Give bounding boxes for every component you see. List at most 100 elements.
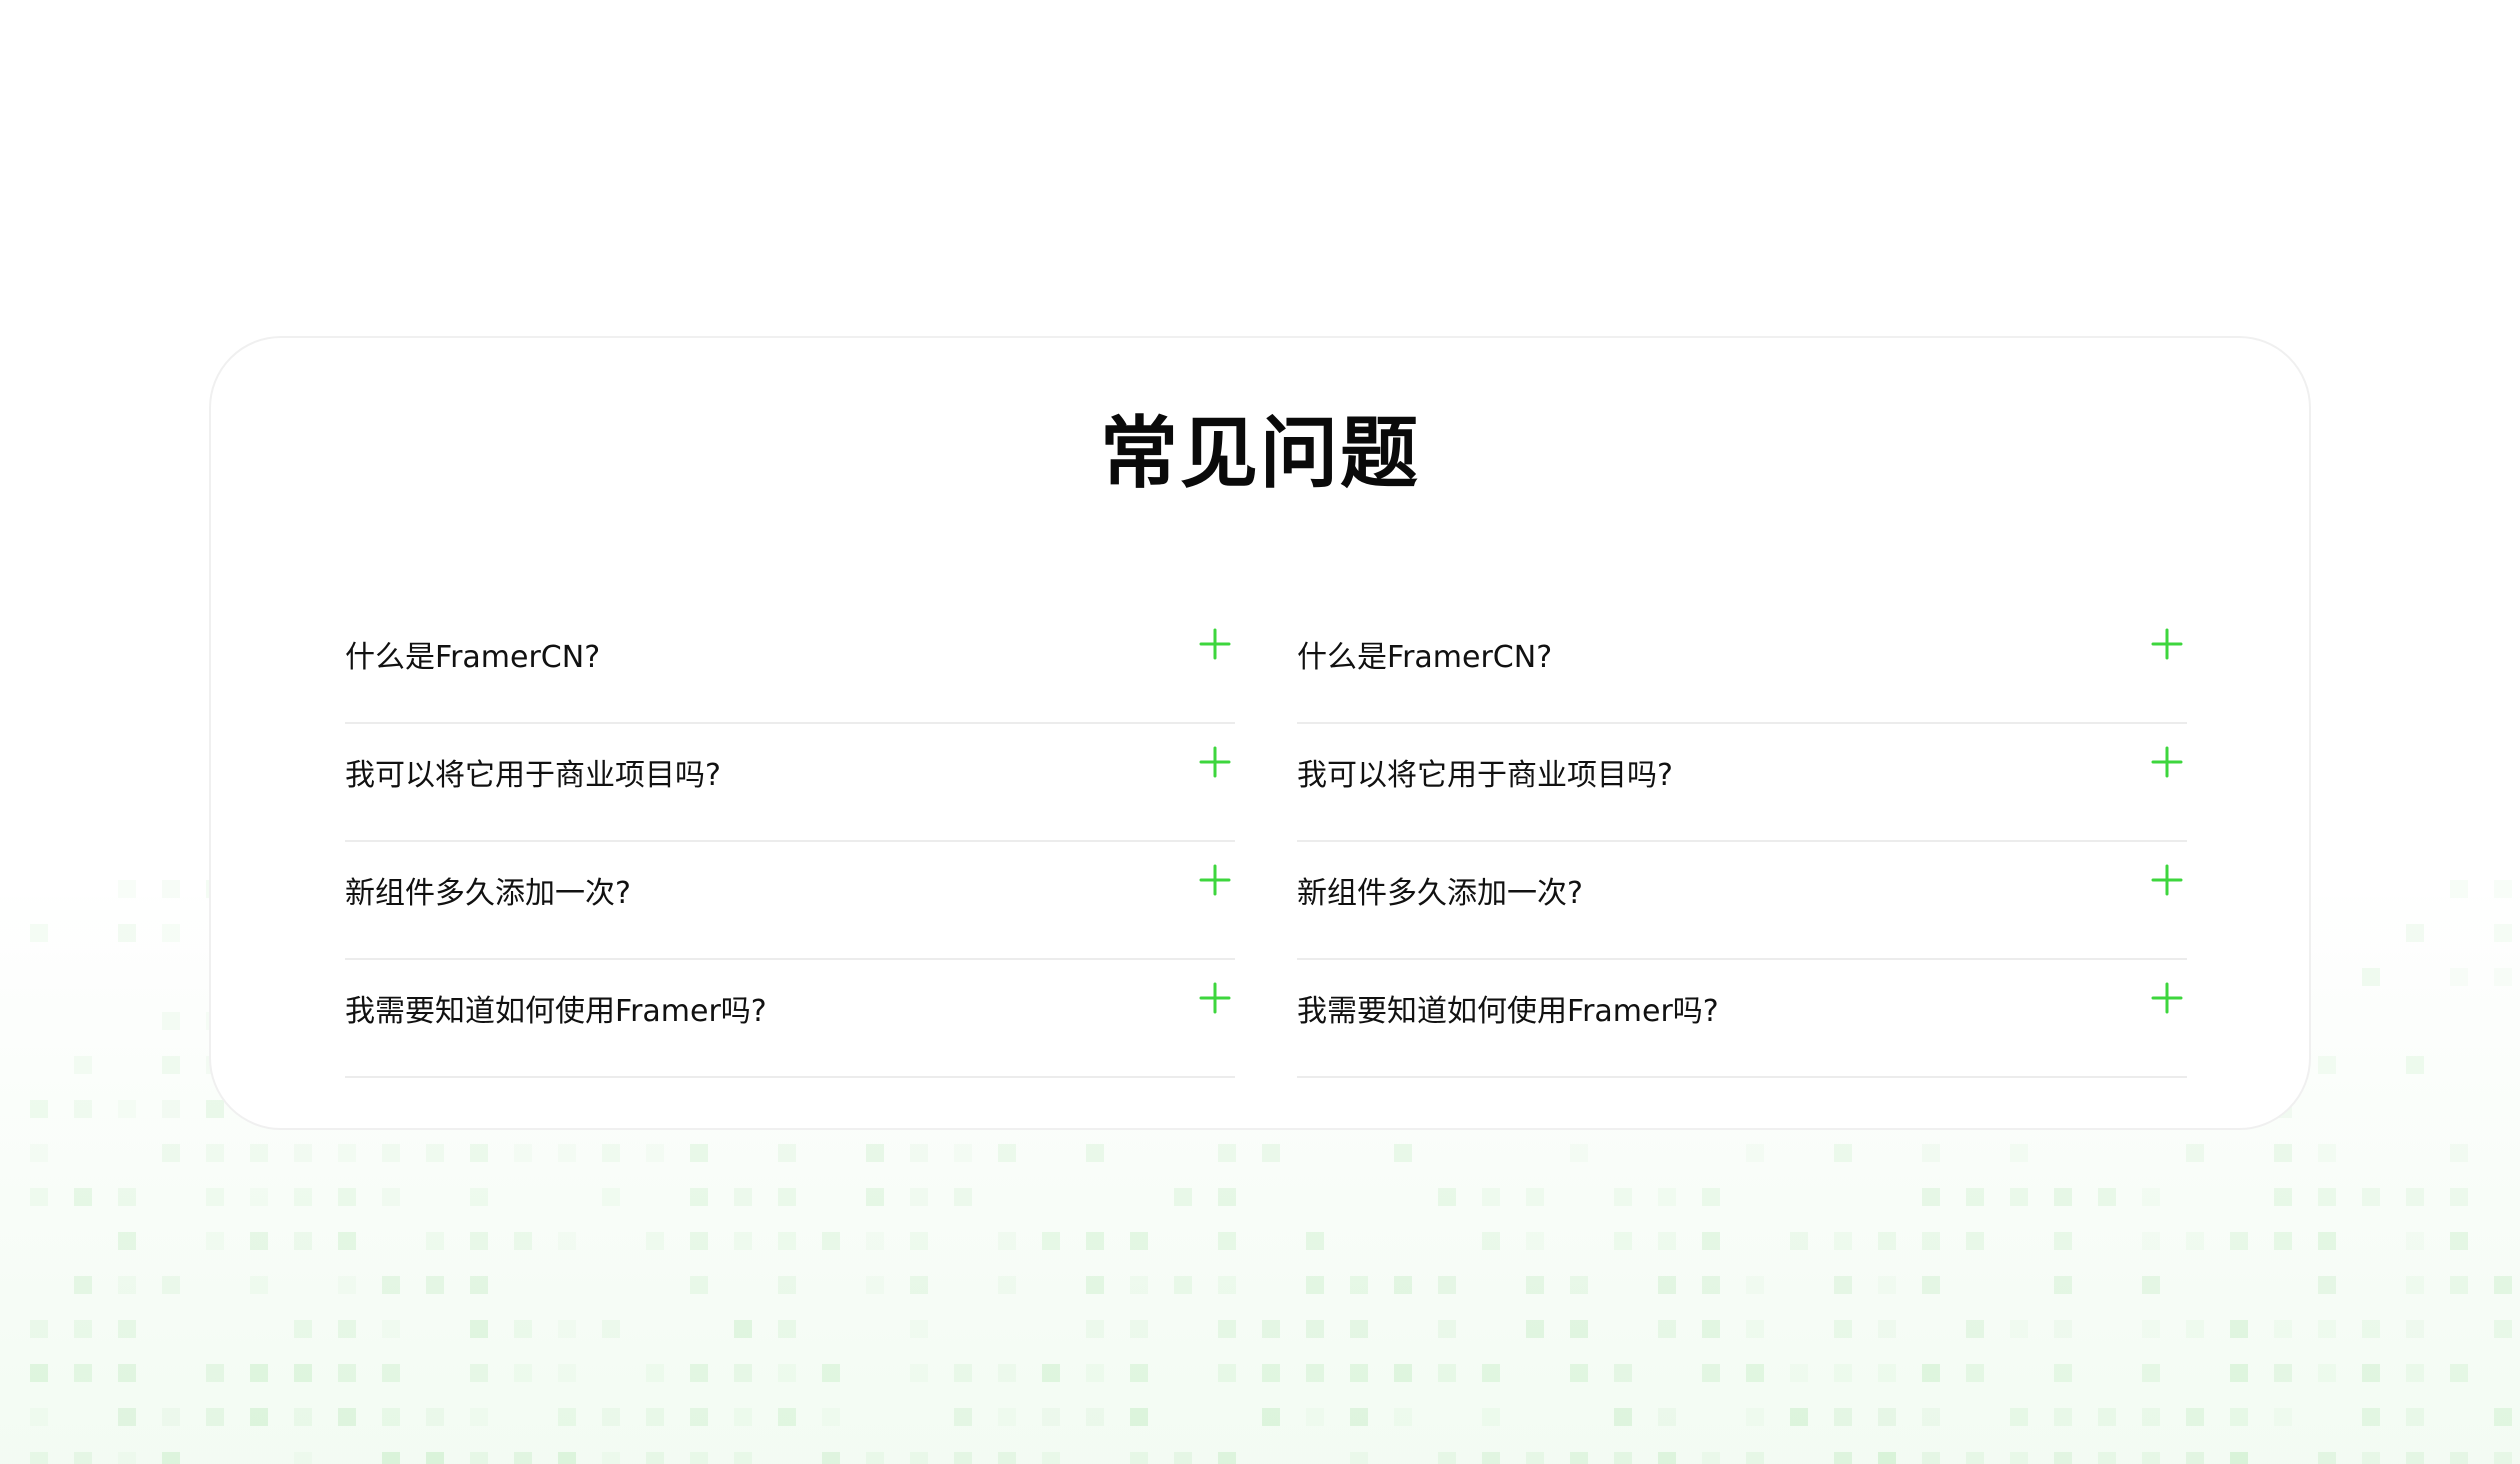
background-pixel — [2494, 968, 2512, 986]
background-pixel — [1922, 1408, 1940, 1426]
background-pixel — [1834, 1364, 1852, 1382]
background-pixel — [734, 1452, 752, 1464]
background-pixel — [734, 1408, 752, 1426]
background-pixel — [2098, 1452, 2116, 1464]
background-pixel — [1306, 1364, 1324, 1382]
background-pixel — [118, 1276, 136, 1294]
plus-icon[interactable] — [2151, 864, 2183, 896]
background-pixel — [1526, 1232, 1544, 1250]
background-pixel — [2230, 1452, 2248, 1464]
background-pixel — [778, 1144, 796, 1162]
background-pixel — [1218, 1364, 1236, 1382]
background-pixel — [2186, 1408, 2204, 1426]
background-pixel — [734, 1188, 752, 1206]
background-pixel — [1218, 1276, 1236, 1294]
background-pixel — [162, 1100, 180, 1118]
faq-item[interactable]: 我可以将它用于商业项目吗? — [1297, 724, 2187, 842]
background-pixel — [1350, 1452, 1368, 1464]
faq-item[interactable]: 新组件多久添加一次? — [345, 842, 1235, 960]
background-pixel — [1834, 1452, 1852, 1464]
background-pixel — [1130, 1364, 1148, 1382]
background-pixel — [30, 1408, 48, 1426]
background-pixel — [1350, 1364, 1368, 1382]
background-pixel — [1130, 1408, 1148, 1426]
background-pixel — [382, 1452, 400, 1464]
plus-icon[interactable] — [1199, 628, 1231, 660]
background-pixel — [690, 1232, 708, 1250]
background-pixel — [558, 1408, 576, 1426]
background-pixel — [1438, 1276, 1456, 1294]
background-pixel — [1614, 1188, 1632, 1206]
background-pixel — [2494, 880, 2512, 898]
background-pixel — [250, 1364, 268, 1382]
background-pixel — [470, 1188, 488, 1206]
background-pixel — [2318, 1144, 2336, 1162]
background-pixel — [1746, 1320, 1764, 1338]
background-pixel — [294, 1232, 312, 1250]
background-pixel — [338, 1232, 356, 1250]
background-pixel — [646, 1408, 664, 1426]
faq-item[interactable]: 什么是FramerCN? — [345, 606, 1235, 724]
background-pixel — [2230, 1320, 2248, 1338]
background-pixel — [954, 1144, 972, 1162]
background-pixel — [382, 1188, 400, 1206]
background-pixel — [426, 1232, 444, 1250]
background-pixel — [734, 1364, 752, 1382]
background-pixel — [2274, 1364, 2292, 1382]
background-pixel — [646, 1452, 664, 1464]
background-pixel — [1922, 1364, 1940, 1382]
background-pixel — [910, 1364, 928, 1382]
background-pixel — [602, 1188, 620, 1206]
background-pixel — [470, 1232, 488, 1250]
faq-title: 常见问题 — [1099, 409, 1420, 499]
background-pixel — [2362, 1320, 2380, 1338]
faq-item[interactable]: 我需要知道如何使用Framer吗? — [345, 960, 1235, 1078]
plus-icon[interactable] — [1199, 982, 1231, 1014]
background-pixel — [2494, 1452, 2512, 1464]
background-pixel — [2406, 1056, 2424, 1074]
faq-item[interactable]: 新组件多久添加一次? — [1297, 842, 2187, 960]
background-pixel — [1658, 1408, 1676, 1426]
plus-icon[interactable] — [2151, 982, 2183, 1014]
background-pixel — [998, 1276, 1016, 1294]
background-pixel — [1042, 1364, 1060, 1382]
background-pixel — [1438, 1452, 1456, 1464]
background-pixel — [514, 1144, 532, 1162]
background-pixel — [1878, 1232, 1896, 1250]
background-pixel — [822, 1232, 840, 1250]
background-pixel — [1966, 1364, 1984, 1382]
background-pixel — [1570, 1364, 1588, 1382]
background-pixel — [30, 1188, 48, 1206]
background-pixel — [1658, 1276, 1676, 1294]
background-pixel — [1966, 1452, 1984, 1464]
plus-icon[interactable] — [2151, 746, 2183, 778]
faq-item[interactable]: 我需要知道如何使用Framer吗? — [1297, 960, 2187, 1078]
background-pixel — [470, 1408, 488, 1426]
background-pixel — [2274, 1408, 2292, 1426]
background-pixel — [1042, 1232, 1060, 1250]
background-pixel — [30, 1144, 48, 1162]
background-pixel — [1218, 1320, 1236, 1338]
background-pixel — [294, 1364, 312, 1382]
background-pixel — [382, 1320, 400, 1338]
background-pixel — [1394, 1408, 1412, 1426]
plus-icon[interactable] — [1199, 864, 1231, 896]
faq-question: 什么是FramerCN? — [345, 640, 601, 675]
background-pixel — [2362, 1452, 2380, 1464]
background-pixel — [1878, 1452, 1896, 1464]
background-pixel — [1658, 1320, 1676, 1338]
background-pixel — [1438, 1188, 1456, 1206]
background-pixel — [2406, 1232, 2424, 1250]
background-pixel — [734, 1232, 752, 1250]
background-pixel — [74, 1320, 92, 1338]
background-pixel — [338, 1408, 356, 1426]
background-pixel — [1790, 1364, 1808, 1382]
background-pixel — [514, 1452, 532, 1464]
plus-icon[interactable] — [2151, 628, 2183, 660]
plus-icon[interactable] — [1199, 746, 1231, 778]
faq-item[interactable]: 什么是FramerCN? — [1297, 606, 2187, 724]
faq-item[interactable]: 我可以将它用于商业项目吗? — [345, 724, 1235, 842]
background-pixel — [2230, 1232, 2248, 1250]
background-pixel — [1834, 1320, 1852, 1338]
background-pixel — [382, 1364, 400, 1382]
